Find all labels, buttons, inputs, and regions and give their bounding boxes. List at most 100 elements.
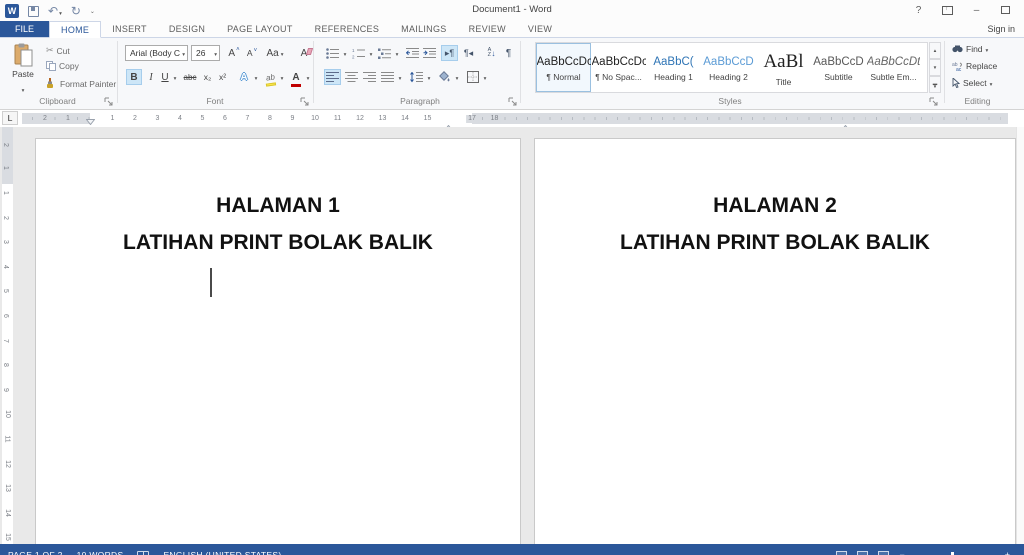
ribbon-display-options-button[interactable] — [933, 1, 962, 19]
clear-formatting-button[interactable]: A — [296, 45, 314, 61]
save-icon[interactable] — [28, 5, 39, 17]
vertical-scrollbar[interactable] — [1016, 127, 1024, 544]
cut-button[interactable]: ✂ Cut — [46, 45, 70, 56]
font-size-combobox[interactable]: 26 — [191, 45, 220, 61]
borders-button[interactable] — [464, 69, 481, 85]
tab-file[interactable]: FILE — [0, 21, 50, 37]
tab-design[interactable]: DESIGN — [158, 21, 216, 37]
align-center-button[interactable] — [343, 69, 360, 85]
font-color-dropdown[interactable] — [304, 69, 312, 85]
page-2[interactable]: HALAMAN 2 LATIHAN PRINT BOLAK BALIK — [534, 138, 1016, 554]
customize-qat-icon[interactable]: ⌄ — [90, 8, 95, 15]
style-subtitle[interactable]: AaBbCcD Subtitle — [811, 43, 866, 92]
increase-indent-button[interactable] — [421, 45, 437, 61]
replace-button[interactable]: ab ac Replace — [952, 61, 997, 71]
clipboard-dialog-launcher[interactable] — [104, 97, 113, 106]
rtl-text-direction-button[interactable]: ¶◂ — [460, 45, 477, 61]
styles-scroll-up-button[interactable]: ▲ — [929, 42, 941, 59]
show-hide-pilcrow-button[interactable]: ¶ — [501, 45, 516, 61]
styles-more-button[interactable]: ▬ ▼ — [929, 76, 941, 93]
dropdown-arrow-icon[interactable] — [180, 48, 185, 58]
sort-button[interactable]: AZ ↓ — [483, 45, 500, 61]
superscript-button[interactable]: x² — [215, 69, 230, 85]
style-subtle-emphasis[interactable]: AaBbCcDt Subtle Em... — [866, 43, 921, 92]
decrease-indent-button[interactable] — [404, 45, 420, 61]
strikethrough-button[interactable]: abc — [180, 69, 200, 85]
change-case-button[interactable]: Aa — [264, 45, 286, 61]
tab-mailings[interactable]: MAILINGS — [390, 21, 457, 37]
paragraph-dialog-launcher[interactable] — [508, 97, 517, 106]
page-indicator[interactable]: PAGE 1 OF 2 — [8, 550, 63, 555]
style-heading-1[interactable]: AaBbC( Heading 1 — [646, 43, 701, 92]
paste-button[interactable]: Paste — [6, 43, 40, 97]
zoom-slider-thumb[interactable] — [950, 551, 954, 555]
highlight-color-button[interactable]: ab — [262, 69, 278, 87]
tab-stop-selector[interactable]: L — [2, 111, 18, 125]
zoom-in-button[interactable]: + — [1005, 550, 1010, 555]
vertical-ruler[interactable]: 2 1 1 2 3 4 5 6 7 8 9 10 11 12 13 14 15 — [2, 127, 13, 544]
tab-references[interactable]: REFERENCES — [304, 21, 391, 37]
bullets-dropdown[interactable] — [341, 45, 349, 61]
page-1[interactable]: HALAMAN 1 LATIHAN PRINT BOLAK BALIK — [35, 138, 521, 554]
print-layout-button[interactable] — [857, 550, 869, 555]
select-button[interactable]: Select — [952, 78, 992, 88]
numbering-button[interactable]: 12 — [350, 45, 367, 61]
paste-dropdown-icon[interactable] — [22, 79, 25, 97]
word-count[interactable]: 10 WORDS — [77, 550, 124, 555]
find-button[interactable]: Find — [952, 44, 988, 54]
styles-scroll-down-button[interactable]: ▼ — [929, 59, 941, 76]
web-layout-button[interactable] — [878, 550, 890, 555]
font-name-combobox[interactable]: Arial (Body CS — [125, 45, 188, 61]
align-left-button[interactable] — [324, 69, 341, 85]
redo-icon[interactable]: ↻ — [71, 4, 81, 18]
style-heading-2[interactable]: AaBbCcD Heading 2 — [701, 43, 756, 92]
highlight-dropdown[interactable] — [278, 69, 286, 85]
shrink-font-button[interactable]: A ˅ — [244, 45, 260, 61]
style-title[interactable]: AaBl Title — [756, 43, 811, 92]
grow-font-button[interactable]: A ˄ — [226, 45, 242, 61]
shading-button[interactable] — [436, 69, 453, 85]
tab-page-layout[interactable]: PAGE LAYOUT — [216, 21, 303, 37]
style-normal[interactable]: AaBbCcDc ¶ Normal — [536, 43, 591, 92]
tab-review[interactable]: REVIEW — [458, 21, 517, 37]
read-mode-button[interactable] — [836, 550, 848, 555]
horizontal-ruler[interactable]: 2 1 1 2 3 4 5 6 7 8 9 10 11 12 13 14 15 17 18 — [22, 113, 1008, 137]
line-spacing-button[interactable] — [408, 69, 425, 85]
dropdown-arrow-icon[interactable] — [212, 48, 217, 58]
subscript-button[interactable]: x₂ — [200, 69, 215, 85]
multilevel-list-button[interactable] — [376, 45, 393, 61]
language-indicator[interactable]: ENGLISH (UNITED STATES) — [163, 550, 281, 555]
justify-button[interactable] — [379, 69, 396, 85]
ltr-text-direction-button[interactable]: ▸¶ — [441, 45, 458, 61]
undo-button[interactable]: ↶ — [48, 2, 62, 20]
restore-button[interactable] — [991, 1, 1020, 19]
dropdown-arrow-icon[interactable] — [59, 2, 62, 20]
numbering-dropdown[interactable] — [367, 45, 375, 61]
style-no-spacing[interactable]: AaBbCcDc ¶ No Spac... — [591, 43, 646, 92]
align-right-button[interactable] — [361, 69, 378, 85]
justify-dropdown[interactable] — [396, 69, 404, 85]
text-effects-dropdown[interactable] — [252, 69, 260, 85]
multilevel-dropdown[interactable] — [393, 45, 401, 61]
underline-button[interactable]: U — [158, 69, 172, 85]
minimize-button[interactable]: – — [962, 1, 991, 19]
line-spacing-dropdown[interactable] — [425, 69, 433, 85]
styles-dialog-launcher[interactable] — [929, 97, 938, 106]
bullets-button[interactable] — [324, 45, 341, 61]
bold-button[interactable]: B — [126, 69, 142, 85]
font-dialog-launcher[interactable] — [300, 97, 309, 106]
proofing-status-icon[interactable] — [137, 550, 150, 555]
help-button[interactable]: ? — [904, 1, 933, 19]
sign-in-link[interactable]: Sign in — [987, 24, 1015, 34]
tab-home[interactable]: HOME — [49, 21, 102, 38]
underline-dropdown[interactable] — [171, 69, 179, 85]
italic-button[interactable]: I — [144, 69, 158, 85]
format-painter-button[interactable]: Format Painter — [46, 78, 116, 89]
borders-dropdown[interactable] — [481, 69, 489, 85]
tab-insert[interactable]: INSERT — [101, 21, 158, 37]
font-color-button[interactable]: A — [288, 69, 304, 87]
shading-dropdown[interactable] — [453, 69, 461, 85]
copy-button[interactable]: Copy — [46, 61, 79, 71]
tab-view[interactable]: VIEW — [517, 21, 563, 37]
text-effects-button[interactable]: A — [236, 69, 252, 85]
